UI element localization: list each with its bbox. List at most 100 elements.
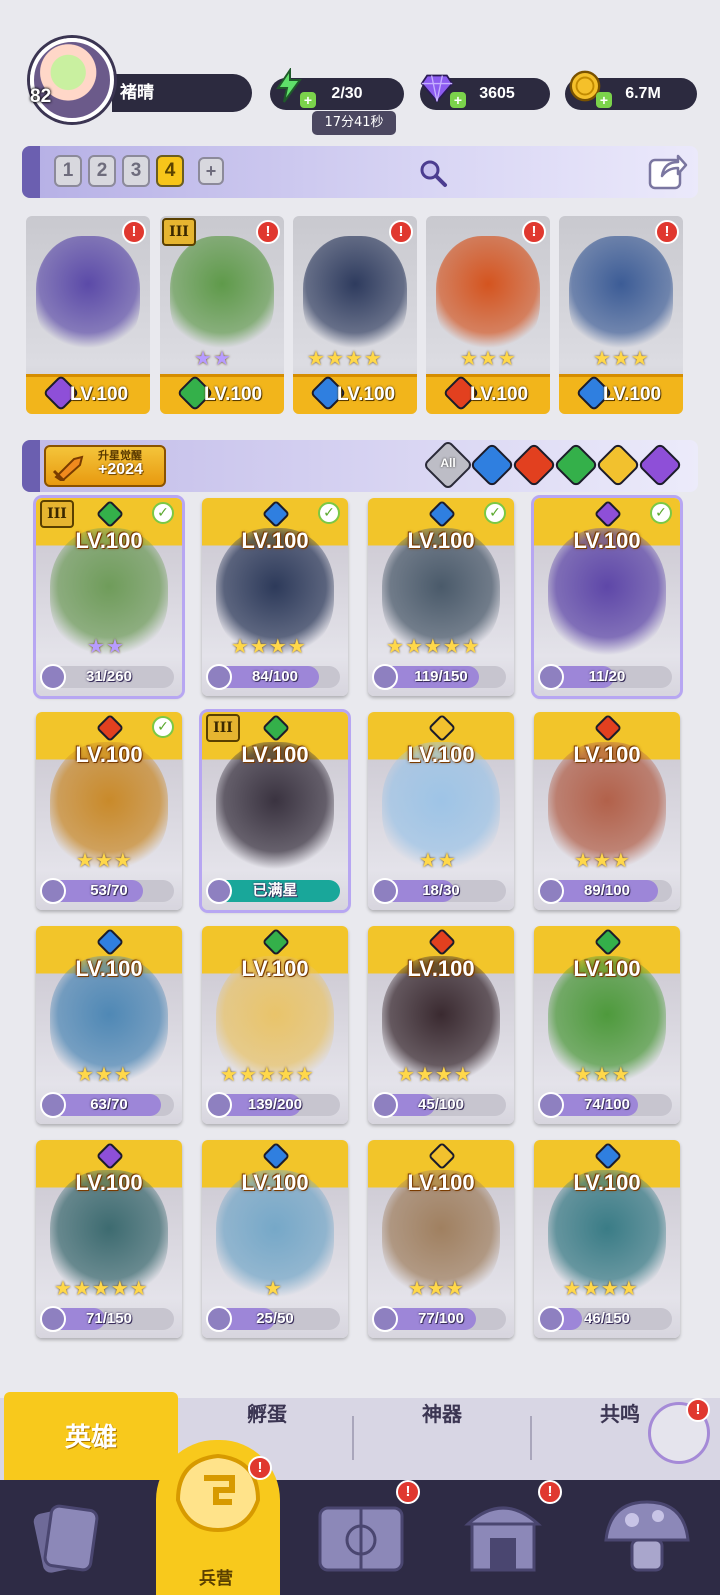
hero-level: LV.100: [573, 742, 641, 767]
search-icon[interactable]: [418, 158, 448, 192]
star-icon: ★: [264, 1276, 282, 1300]
team-tab-4[interactable]: 4: [156, 155, 184, 187]
hero-level: LV.100: [470, 384, 529, 405]
star-icon: ★: [325, 346, 344, 370]
hero-card[interactable]: LV.100 ★ 25/50: [202, 1140, 348, 1338]
gems-add-button[interactable]: +: [450, 92, 466, 108]
star-icon: ★: [592, 848, 611, 872]
star-awaken-value: +2024: [98, 461, 143, 478]
nav-cards[interactable]: [18, 1480, 138, 1595]
alert-badge: !: [256, 220, 280, 244]
star-icon: ★: [423, 634, 442, 658]
hero-card[interactable]: ✓ LV.100 ★ ★ ★ 53/70: [36, 712, 182, 910]
hero-card[interactable]: ✓ LV.100 11/20: [534, 498, 680, 696]
hero-card[interactable]: III ✓ LV.100 ★ ★ 31/260: [36, 498, 182, 696]
star-icon: ★: [397, 1062, 415, 1086]
water-element-icon: [261, 1141, 291, 1171]
team-tab-1[interactable]: 1: [54, 155, 82, 187]
dark-element-icon: [95, 1141, 125, 1171]
hero-card[interactable]: LV.100 ★ ★ ★ 63/70: [36, 926, 182, 1124]
hero-card[interactable]: LV.100 ★ ★ ★ ★ 45/100: [368, 926, 514, 1124]
star-icon: ★: [581, 1276, 600, 1300]
hero-card[interactable]: ✓ LV.100 ★ ★ ★ ★ ★ 119/150: [368, 498, 514, 696]
star-icon: ★: [363, 346, 382, 370]
star-icon: ★: [249, 634, 268, 658]
hero-level: LV.100: [407, 1170, 475, 1195]
star-row: ★ ★ ★: [408, 1278, 464, 1298]
star-row: ★ ★: [419, 850, 456, 870]
barracks-icon: [175, 1453, 261, 1533]
star-icon: ★: [574, 1062, 592, 1086]
hero-card[interactable]: LV.100 ★ ★ ★ ★ 46/150: [534, 1140, 680, 1338]
star-icon: ★: [87, 634, 105, 658]
hero-card[interactable]: LV.100 ★ ★ ★ 89/100: [534, 712, 680, 910]
share-icon[interactable]: [648, 152, 688, 194]
lineup-card[interactable]: ★ ★ ★ LV.100!: [559, 216, 683, 414]
hero-card[interactable]: LV.100 ★ ★ ★ 77/100: [368, 1140, 514, 1338]
star-icon: ★: [408, 1276, 426, 1300]
lineup-card[interactable]: ★ ★ ★ LV.100!: [426, 216, 550, 414]
shard-icon: [372, 1306, 398, 1332]
alert-badge: !: [389, 220, 413, 244]
star-icon: ★: [238, 1062, 257, 1086]
check-icon: ✓: [318, 502, 340, 524]
gold-add-button[interactable]: +: [596, 92, 612, 108]
star-icon: ★: [611, 346, 630, 370]
shard-icon: [40, 664, 66, 690]
tier-badge: III: [206, 714, 240, 742]
star-icon: ★: [194, 346, 212, 370]
shard-icon: [372, 1092, 398, 1118]
lineup-card[interactable]: LV.100!: [26, 216, 150, 414]
hero-card[interactable]: LV.100 ★ ★ ★ ★ ★ 139/200: [202, 926, 348, 1124]
energy-value: 2/30: [331, 85, 363, 102]
star-icon: ★: [478, 346, 497, 370]
tab-heroes[interactable]: 英雄: [4, 1392, 178, 1484]
star-icon: ★: [276, 1062, 295, 1086]
nature-element-icon: [261, 927, 291, 957]
hero-level: LV.100: [204, 384, 263, 405]
nav-barracks[interactable]: [158, 1430, 278, 1545]
hero-card[interactable]: III LV.100 已满星: [202, 712, 348, 910]
player-name[interactable]: 褚晴: [112, 74, 252, 112]
team-tab-3[interactable]: 3: [122, 155, 150, 187]
star-icon: ★: [287, 634, 306, 658]
add-team-button[interactable]: +: [198, 157, 224, 185]
star-icon: ★: [129, 1276, 148, 1300]
team-tab-2[interactable]: 2: [88, 155, 116, 187]
lineup-card[interactable]: ★ ★ LV.100 III!: [160, 216, 284, 414]
light-element-icon: [427, 713, 457, 743]
star-icon: ★: [461, 634, 480, 658]
star-icon: ★: [497, 346, 516, 370]
nav-barracks-label: 兵营: [199, 1569, 233, 1589]
hero-level: LV.100: [241, 742, 309, 767]
sword-icon: [52, 453, 86, 485]
mushroom-icon: [604, 1500, 690, 1572]
star-icon: ★: [76, 1062, 94, 1086]
player-avatar[interactable]: [30, 38, 114, 122]
shard-icon: [206, 664, 232, 690]
filter-all-label: All: [440, 456, 456, 470]
hero-card[interactable]: LV.100 ★ ★ ★ ★ ★ 71/150: [36, 1140, 182, 1338]
star-icon: ★: [231, 634, 249, 658]
alert-badge: !: [122, 220, 146, 244]
energy-add-button[interactable]: +: [300, 92, 316, 108]
star-icon: ★: [54, 1276, 72, 1300]
shard-icon: [538, 1092, 564, 1118]
temple-alert-badge: !: [538, 1480, 562, 1504]
gem-icon: [420, 70, 454, 106]
hero-level: LV.100: [75, 528, 143, 553]
hero-card[interactable]: ✓ LV.100 ★ ★ ★ ★ 84/100: [202, 498, 348, 696]
shard-icon: [538, 1306, 564, 1332]
star-icon: ★: [593, 346, 611, 370]
player-level: 82: [30, 86, 52, 107]
hero-level: LV.100: [337, 384, 396, 405]
lineup-card[interactable]: ★ ★ ★ ★ LV.100!: [293, 216, 417, 414]
hero-portrait: [303, 236, 407, 356]
tab-artifacts[interactable]: 神器: [354, 1398, 530, 1480]
hero-card[interactable]: LV.100 ★ ★ 18/30: [368, 712, 514, 910]
star-icon: ★: [113, 1062, 132, 1086]
alert-badge: !: [655, 220, 679, 244]
cards-icon: [33, 1504, 99, 1573]
hero-card[interactable]: LV.100 ★ ★ ★ 74/100: [534, 926, 680, 1124]
nav-mushroom[interactable]: [592, 1480, 712, 1595]
